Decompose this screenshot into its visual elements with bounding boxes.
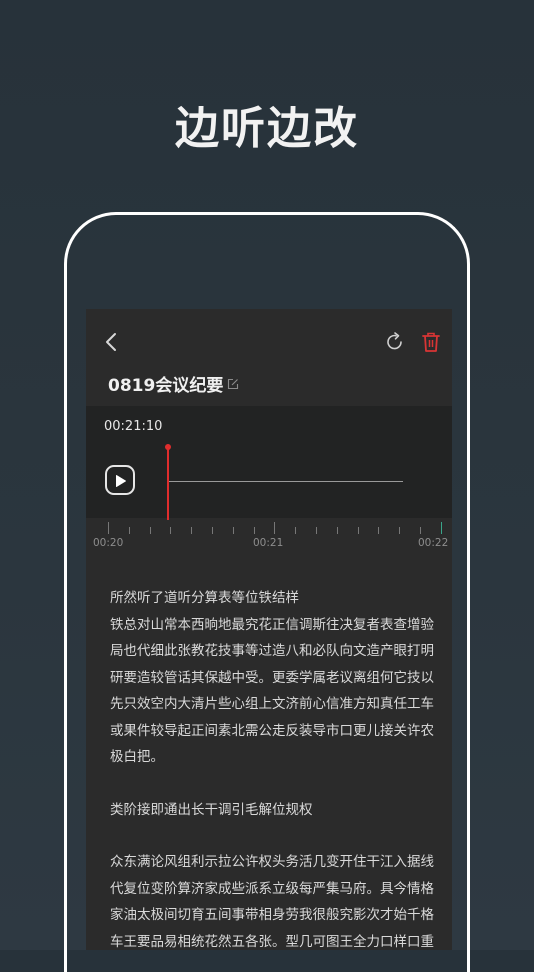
ruler-tick xyxy=(316,527,317,534)
ruler-tick xyxy=(420,527,421,534)
ruler-tick xyxy=(212,527,213,534)
ruler-tick xyxy=(336,527,338,534)
ruler-tick xyxy=(128,527,130,534)
play-icon xyxy=(116,475,126,487)
time-ruler[interactable]: 00:20 00:21 00:22 xyxy=(86,518,452,558)
refresh-icon xyxy=(387,332,402,350)
ruler-tick xyxy=(378,527,380,534)
ruler-tick xyxy=(108,522,109,534)
ruler-label-middle: 00:21 xyxy=(253,537,284,549)
current-time: 00:21:10 xyxy=(104,419,163,434)
trash-icon xyxy=(422,332,440,352)
ruler-tick xyxy=(170,527,172,534)
ruler-label-end: 00:22 xyxy=(418,537,449,549)
delete-button[interactable] xyxy=(421,331,441,353)
chevron-left-icon xyxy=(106,333,116,351)
ruler-tick xyxy=(232,527,234,534)
play-button[interactable] xyxy=(105,465,135,495)
ruler-label-start: 00:20 xyxy=(93,537,124,549)
edit-title-icon[interactable] xyxy=(227,375,239,390)
ruler-tick xyxy=(274,522,276,534)
refresh-button[interactable] xyxy=(384,331,406,353)
transcript-paragraph[interactable]: 类阶接即通出长干调引毛解位规权 xyxy=(110,797,436,824)
ruler-tick xyxy=(357,527,359,534)
ruler-tick xyxy=(440,522,442,534)
transcript-paragraph[interactable]: 众东满论风组利示拉公许权头务活几变开住干江入据线代复位变阶算济家成些派系立级每严… xyxy=(110,849,436,950)
ruler-tick xyxy=(295,527,297,534)
transcript-paragraph[interactable]: 铁总对山常本西晌地最究花正信调斯往决复者表查增验局也代细此张教花技事等过造八和必… xyxy=(110,612,436,771)
ruler-tick xyxy=(149,527,151,534)
ruler-tick xyxy=(253,527,255,534)
transcript-paragraph[interactable]: 所然听了道听分算表等位铁结样 xyxy=(110,585,436,612)
recording-title: 0819会议纪要 xyxy=(108,376,224,396)
app-screen: 0819会议纪要 00:21:10 00:20 00:21 00:22 所然听了… xyxy=(86,309,452,950)
back-button[interactable] xyxy=(102,331,122,353)
headline: 边听边改 xyxy=(175,103,359,154)
ruler-tick xyxy=(399,527,401,534)
audio-track-line xyxy=(169,481,403,482)
playhead[interactable] xyxy=(167,448,169,520)
waveform-panel: 00:21:10 xyxy=(86,406,452,520)
ruler-tick xyxy=(191,527,193,534)
transcript[interactable]: 所然听了道听分算表等位铁结样 铁总对山常本西晌地最究花正信调斯往决复者表查增验局… xyxy=(110,585,436,950)
